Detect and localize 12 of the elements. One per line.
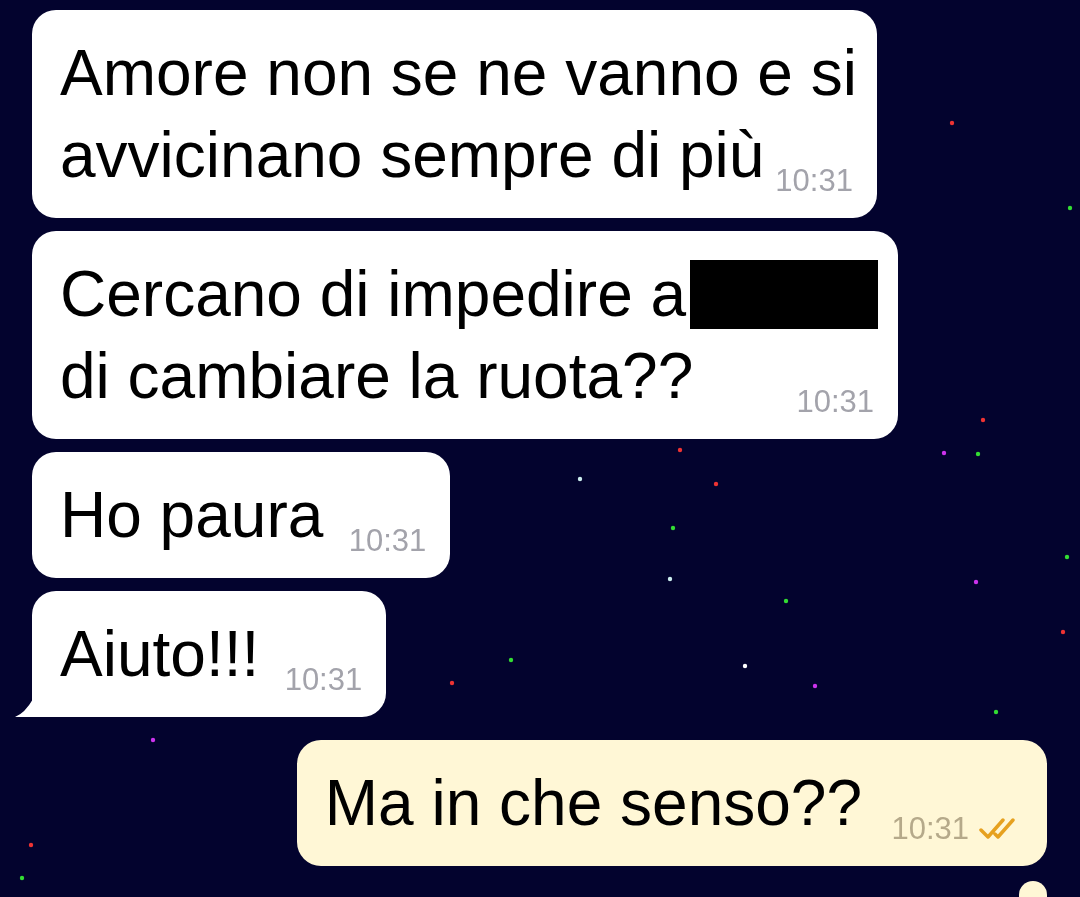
message-text: Aiuto!!! [60,617,260,692]
message-text: Cercano di impedire a [60,257,687,332]
message-text: Ho paura [60,478,324,553]
message-text: Ma in che senso?? [324,766,862,841]
message-text: avvicinano sempre di più [60,118,765,193]
message-text: Amore non se ne vanno e si [60,36,857,111]
message-time: 10:31 [348,521,427,560]
message-text: di cambiare la ruota?? [60,339,694,414]
message-time: 10:31 [891,809,969,848]
message-time: 10:31 [796,382,875,421]
message-time: 10:31 [775,161,853,200]
message-time: 10:31 [284,660,363,699]
